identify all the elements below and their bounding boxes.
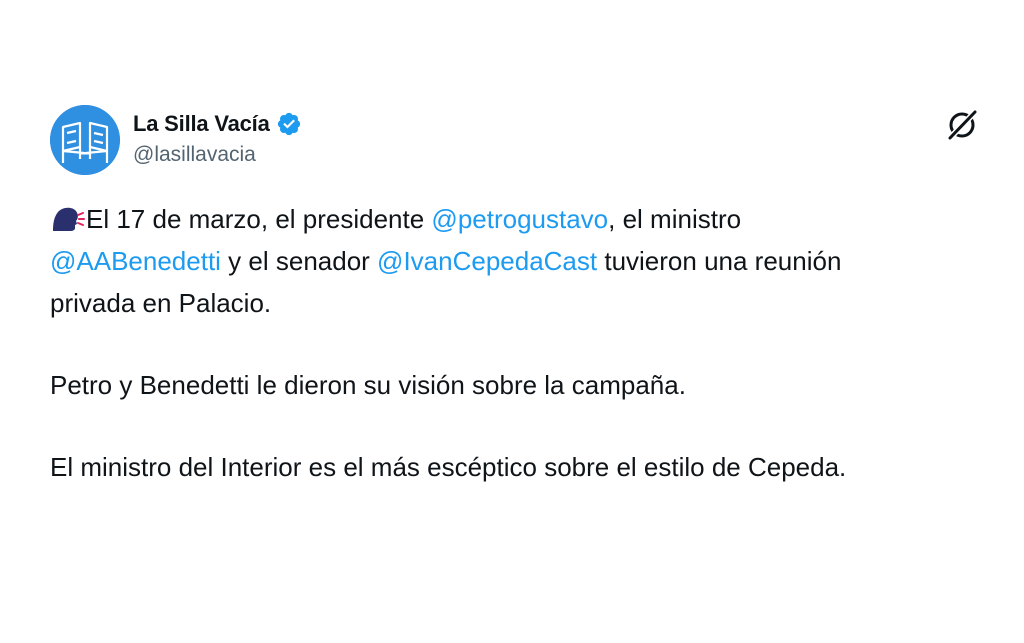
grok-icon[interactable] — [946, 107, 980, 141]
two-chairs-logo-icon — [50, 105, 120, 175]
avatar[interactable] — [50, 105, 120, 175]
tweet-paragraph-2: Petro y Benedetti le dieron su visión so… — [50, 370, 686, 400]
tweet-text-segment: El 17 de marzo, el presidente — [86, 204, 432, 234]
display-name-row: La Silla Vacía — [133, 107, 302, 141]
author-handle[interactable]: @lasillavacia — [133, 143, 302, 167]
tweet-header: La Silla Vacía @lasillavacia — [50, 105, 980, 175]
mention-link-petrogustavo[interactable]: @petrogustavo — [431, 204, 608, 234]
tweet-text-segment: privada en Palacio. — [50, 288, 272, 318]
speaking-head-emoji-icon — [50, 203, 86, 233]
tweet-text-segment: , el ministro — [608, 204, 742, 234]
display-name[interactable]: La Silla Vacía — [133, 111, 270, 137]
tweet-text-segment: y el senador — [220, 246, 378, 276]
verified-badge-icon — [276, 111, 302, 137]
author-names: La Silla Vacía @lasillavacia — [133, 107, 302, 167]
tweet-text: El 17 de marzo, el presidente @petrogust… — [50, 198, 990, 488]
tweet-paragraph-3: El ministro del Interior es el más escép… — [50, 452, 847, 482]
mention-link-aabenedetti[interactable]: @AABenedetti — [50, 246, 221, 276]
tweet-card: La Silla Vacía @lasillavacia El 17 de ma… — [0, 0, 1024, 643]
tweet-paragraph-1: El 17 de marzo, el presidente @petrogust… — [50, 198, 990, 324]
tweet-text-segment: tuvieron una reunión — [597, 246, 842, 276]
mention-link-ivancepedacast[interactable]: @IvanCepedaCast — [377, 246, 597, 276]
